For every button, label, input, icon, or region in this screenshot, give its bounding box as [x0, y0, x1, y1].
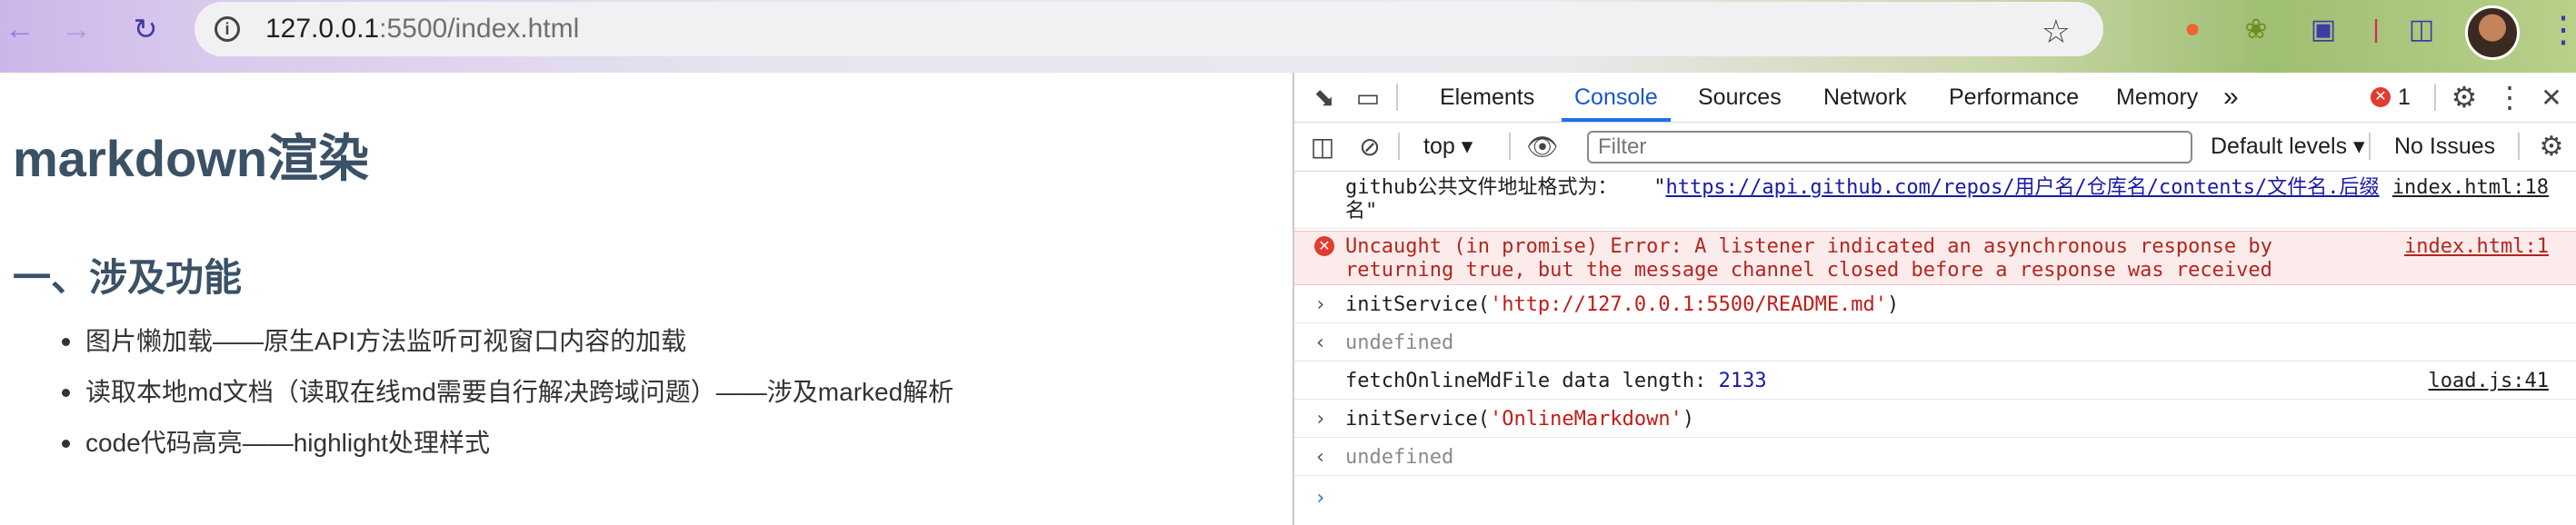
page-content: markdown渲染 一、涉及功能 图片懒加载——原生API方法监听可视窗口内容… [0, 73, 1293, 525]
divider [1396, 84, 1398, 111]
tab-elements[interactable]: Elements [1440, 73, 1534, 122]
extension-orange-icon[interactable]: ● [2174, 11, 2211, 47]
prompt-chevron-icon: › [1314, 487, 1327, 510]
log-url-link[interactable]: https://api.github.com/repos/用户名/仓库名/con… [1665, 176, 2379, 199]
console-input-row: › initService('http://127.0.0.1:5500/REA… [1294, 287, 2576, 323]
console-input-row: › initService('OnlineMarkdown') [1294, 401, 2576, 438]
divider [2518, 133, 2520, 160]
reload-icon[interactable]: ↻ [129, 13, 162, 45]
extension-divider-icon: | [2372, 15, 2380, 43]
console-toolbar: ◫ ⊘ top ▾ 👁 Default levels ▾ No Issues ⚙ [1294, 122, 2576, 172]
console-log-row: github公共文件地址格式为： "https://api.github.com… [1294, 171, 2576, 229]
filter-input[interactable] [1587, 131, 2192, 163]
error-count[interactable]: 1 [2398, 73, 2411, 122]
console-result-row: ‹ undefined [1294, 440, 2576, 476]
console-result-row: ‹ undefined [1294, 325, 2576, 362]
address-bar[interactable]: i 127.0.0.1:5500/index.html ☆ [195, 2, 2103, 56]
list-item: code代码高亮——highlight处理样式 [61, 427, 954, 478]
site-info-icon[interactable]: i [215, 16, 240, 42]
sidebar-toggle-icon[interactable]: ◫ [1305, 129, 1340, 163]
live-expression-eye-icon[interactable]: 👁 [1525, 129, 1560, 163]
console-log-row: fetchOnlineMdFile data length: 2133 load… [1294, 363, 2576, 400]
browser-menu-icon[interactable]: ⋮ [2545, 9, 2576, 51]
context-selector[interactable]: top ▾ [1423, 122, 1473, 171]
section-title: 一、涉及功能 [13, 256, 243, 299]
source-link[interactable]: load.js:41 [2429, 370, 2549, 393]
page-title: markdown渲染 [13, 130, 370, 187]
devtools-menu-icon[interactable]: ⋮ [2492, 80, 2527, 114]
devtools-panel: ⬊ ▭ Elements Console Sources Network Per… [1293, 73, 2576, 525]
extension-tree-icon[interactable]: ❀ [2238, 11, 2274, 47]
close-devtools-icon[interactable]: ✕ [2534, 80, 2569, 114]
log-levels-dropdown[interactable]: Default levels ▾ [2211, 122, 2365, 171]
extension-puzzle-icon[interactable]: ▣ [2305, 11, 2341, 47]
side-panel-icon[interactable]: ◫ [2403, 11, 2440, 47]
back-arrow-icon[interactable]: ← [4, 12, 36, 46]
tab-network[interactable]: Network [1823, 73, 1907, 122]
console-error-row: ✕ Uncaught (in promise) Error: A listene… [1294, 231, 2576, 285]
result-arrow-icon: ‹ [1314, 332, 1327, 354]
input-chevron-icon: › [1314, 293, 1327, 316]
source-link[interactable]: index.html:18 [2392, 176, 2549, 200]
result-arrow-icon: ‹ [1314, 446, 1327, 469]
inspect-element-icon[interactable]: ⬊ [1307, 80, 1342, 114]
url-text[interactable]: 127.0.0.1:5500/index.html [265, 14, 579, 45]
list-item: 图片懒加载——原生API方法监听可视窗口内容的加载 [61, 325, 954, 376]
divider [2434, 84, 2436, 111]
forward-arrow-icon[interactable]: → [60, 12, 93, 46]
tab-sources[interactable]: Sources [1698, 73, 1782, 122]
console-settings-gear-icon[interactable]: ⚙ [2534, 129, 2569, 163]
avatar[interactable] [2465, 5, 2520, 60]
device-toolbar-icon[interactable]: ▭ [1351, 80, 1385, 114]
issues-button[interactable]: No Issues [2394, 122, 2495, 171]
feature-list: 图片懒加载——原生API方法监听可视窗口内容的加载 读取本地md文档（读取在线m… [51, 325, 954, 478]
tab-console[interactable]: Console [1562, 73, 1671, 122]
divider [1509, 133, 1511, 160]
tab-performance[interactable]: Performance [1949, 73, 2079, 122]
source-link[interactable]: index.html:1 [2404, 235, 2549, 259]
input-chevron-icon: › [1314, 408, 1327, 431]
more-tabs-icon[interactable]: » [2223, 73, 2239, 122]
divider [1398, 133, 1400, 160]
divider [2369, 133, 2371, 160]
devtools-tab-bar: ⬊ ▭ Elements Console Sources Network Per… [1294, 73, 2576, 123]
bookmark-star-icon[interactable]: ☆ [2042, 13, 2071, 51]
list-item: 读取本地md文档（读取在线md需要自行解决跨域问题）——涉及marked解析 [61, 376, 954, 427]
error-icon: ✕ [1314, 236, 1334, 256]
console-prompt[interactable]: › [1294, 478, 2576, 520]
browser-toolbar: ← → ↻ i 127.0.0.1:5500/index.html ☆ ● ❀ … [0, 0, 2576, 73]
tab-memory[interactable]: Memory [2116, 73, 2198, 122]
settings-gear-icon[interactable]: ⚙ [2447, 80, 2481, 114]
clear-console-icon[interactable]: ⊘ [1353, 129, 1387, 163]
error-count-icon[interactable]: ✕ [2371, 87, 2391, 107]
